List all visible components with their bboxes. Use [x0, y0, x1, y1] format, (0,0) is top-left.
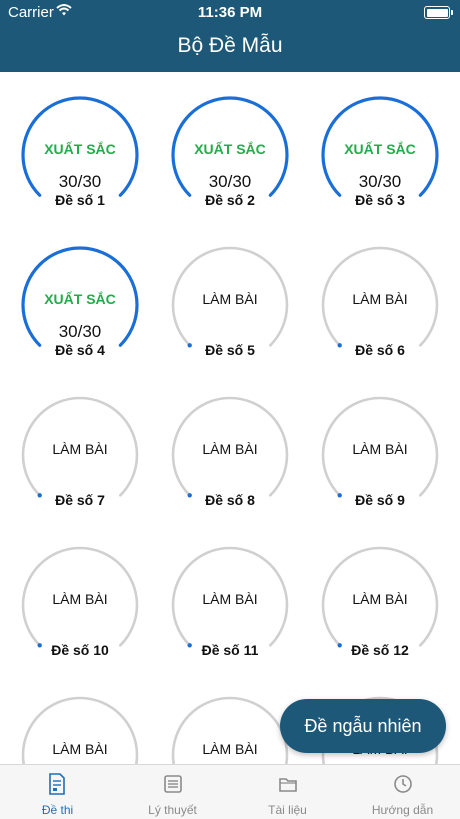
test-name: Đề số 9 [355, 492, 405, 508]
test-score: 30/30 [208, 172, 252, 191]
test-status: LÀM BÀI [52, 591, 108, 607]
test-status: XUẤT SẮC [44, 141, 116, 157]
tab-tai-lieu[interactable]: Tài liệu [230, 765, 345, 819]
tab-de-thi[interactable]: Đề thi [0, 765, 115, 819]
test-score: 30/30 [58, 322, 102, 341]
test-status: LÀM BÀI [352, 591, 408, 607]
test-card[interactable]: LÀM BÀI Đề số 9 [315, 390, 445, 520]
test-name: Đề số 11 [201, 642, 259, 658]
test-status: LÀM BÀI [52, 441, 108, 457]
test-card[interactable]: LÀM BÀI Đề số 8 [165, 390, 295, 520]
test-card[interactable]: XUẤT SẮC 30/30 Đề số 3 [315, 90, 445, 220]
test-status: XUẤT SẮC [194, 141, 266, 157]
test-name: Đề số 3 [355, 192, 405, 208]
test-card[interactable]: LÀM BÀI [165, 690, 295, 764]
clock-icon [394, 775, 412, 793]
test-card[interactable]: LÀM BÀI Đề số 5 [165, 240, 295, 370]
test-status: XUẤT SẮC [44, 291, 116, 307]
test-name: Đề số 10 [51, 642, 109, 658]
test-grid: XUẤT SẮC 30/30 Đề số 1 XUẤT SẮC 30/30 Đề… [0, 72, 460, 764]
test-card[interactable]: LÀM BÀI Đề số 11 [165, 540, 295, 670]
test-name: Đề số 2 [205, 192, 255, 208]
battery-icon [424, 6, 453, 19]
exam-sheet-icon [49, 773, 65, 795]
test-status: LÀM BÀI [352, 441, 408, 457]
tab-ly-thuyet[interactable]: Lý thuyết [115, 765, 230, 819]
test-name: Đề số 7 [55, 492, 105, 508]
test-name: Đề số 6 [355, 342, 405, 358]
test-status: LÀM BÀI [202, 591, 258, 607]
test-score: 30/30 [58, 172, 102, 191]
test-name: Đề số 8 [205, 492, 255, 508]
test-card[interactable]: LÀM BÀI Đề số 12 [315, 540, 445, 670]
tab-label: Hướng dẫn [371, 803, 434, 817]
test-card[interactable]: LÀM BÀI [15, 690, 145, 764]
folder-icon [279, 778, 297, 792]
tab-huong-dan[interactable]: Hướng dẫn [345, 765, 460, 819]
tab-label: Đề thi [41, 803, 74, 817]
test-status: LÀM BÀI [202, 441, 258, 457]
tab-label: Lý thuyết [148, 803, 197, 817]
test-card[interactable]: XUẤT SẮC 30/30 Đề số 1 [15, 90, 145, 220]
test-card[interactable]: XUẤT SẮC 30/30 Đề số 2 [165, 90, 295, 220]
book-icon [164, 775, 182, 793]
page-title: Bộ Đề Mẫu [177, 34, 283, 57]
test-name: Đề số 5 [205, 342, 255, 358]
app-header: Carrier 11:36 PM Bộ Đề Mẫu [0, 0, 460, 72]
random-test-button[interactable]: Đề ngẫu nhiên [280, 699, 446, 753]
test-status: LÀM BÀI [202, 291, 258, 307]
tab-label: Tài liệu [268, 803, 307, 817]
test-status: LÀM BÀI [352, 291, 408, 307]
clock-time: 11:36 PM [197, 4, 263, 21]
test-status: LÀM BÀI [52, 741, 108, 757]
test-score: 30/30 [358, 172, 402, 191]
test-name: Đề số 4 [55, 342, 105, 358]
test-status: XUẤT SẮC [344, 141, 416, 157]
status-bar: Carrier 11:36 PM [0, 0, 460, 24]
test-card[interactable]: LÀM BÀI Đề số 10 [15, 540, 145, 670]
test-status: LÀM BÀI [202, 741, 258, 757]
test-card[interactable]: LÀM BÀI Đề số 7 [15, 390, 145, 520]
test-name: Đề số 12 [351, 642, 409, 658]
test-name: Đề số 1 [55, 192, 105, 208]
test-card[interactable]: LÀM BÀI Đề số 6 [315, 240, 445, 370]
test-card[interactable]: XUẤT SẮC 30/30 Đề số 4 [15, 240, 145, 370]
tab-bar: Đề thi Lý thuyết Tài liệu Hướng dẫn [0, 764, 460, 819]
